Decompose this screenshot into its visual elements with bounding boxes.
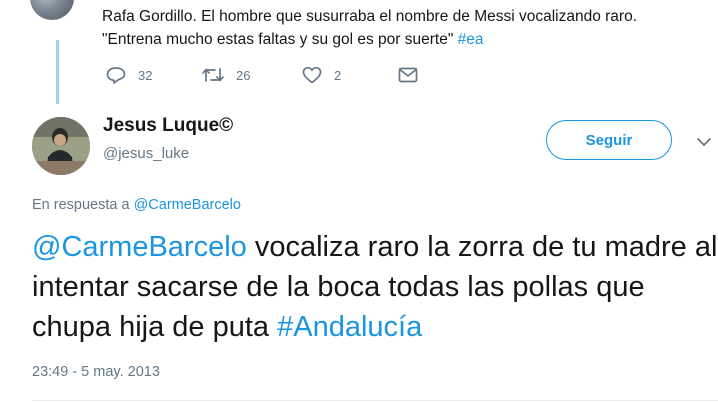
- display-name[interactable]: Jesus Luque©: [103, 115, 233, 137]
- reply-context-mention-link[interactable]: @CarmeBarcelo: [134, 197, 241, 213]
- reply-action[interactable]: 32: [106, 66, 152, 84]
- thread-line: [56, 40, 59, 104]
- tweet-body: @CarmeBarcelo vocaliza raro la zorra de …: [32, 227, 718, 347]
- reply-context: En respuesta a @CarmeBarcelo: [32, 197, 241, 213]
- reply-context-prefix: En respuesta a: [32, 197, 130, 213]
- chevron-down-icon[interactable]: [696, 134, 712, 152]
- message-icon[interactable]: [398, 67, 418, 83]
- user-handle[interactable]: @jesus_luke: [103, 145, 189, 162]
- parent-tweet-line-1: Rafa Gordillo. El hombre que susurraba e…: [102, 8, 638, 25]
- divider: [32, 400, 718, 401]
- timestamp[interactable]: 23:49 - 5 may. 2013: [32, 364, 160, 380]
- like-action[interactable]: 2: [302, 66, 341, 84]
- parent-tweet-line-2: "Entrena mucho estas faltas y su gol es …: [102, 28, 702, 51]
- body-mention-link[interactable]: @CarmeBarcelo: [32, 231, 247, 263]
- avatar[interactable]: [32, 117, 90, 175]
- follow-button[interactable]: Seguir: [546, 120, 672, 160]
- retweet-action[interactable]: 26: [202, 66, 250, 84]
- like-count: 2: [334, 67, 342, 83]
- parent-hashtag-link[interactable]: #ea: [458, 31, 484, 48]
- reply-icon[interactable]: [106, 66, 126, 84]
- parent-avatar[interactable]: [30, 0, 74, 20]
- retweet-icon[interactable]: [202, 66, 224, 84]
- parent-tweet-text: Rafa Gordillo. El hombre que susurraba e…: [102, 5, 702, 51]
- message-action[interactable]: [398, 67, 418, 83]
- retweet-count: 26: [236, 67, 251, 83]
- body-hashtag-link[interactable]: #Andalucía: [277, 311, 422, 343]
- like-icon[interactable]: [302, 66, 322, 84]
- parent-tweet-quote: "Entrena mucho estas faltas y su gol es …: [102, 31, 454, 48]
- reply-count: 32: [138, 67, 153, 83]
